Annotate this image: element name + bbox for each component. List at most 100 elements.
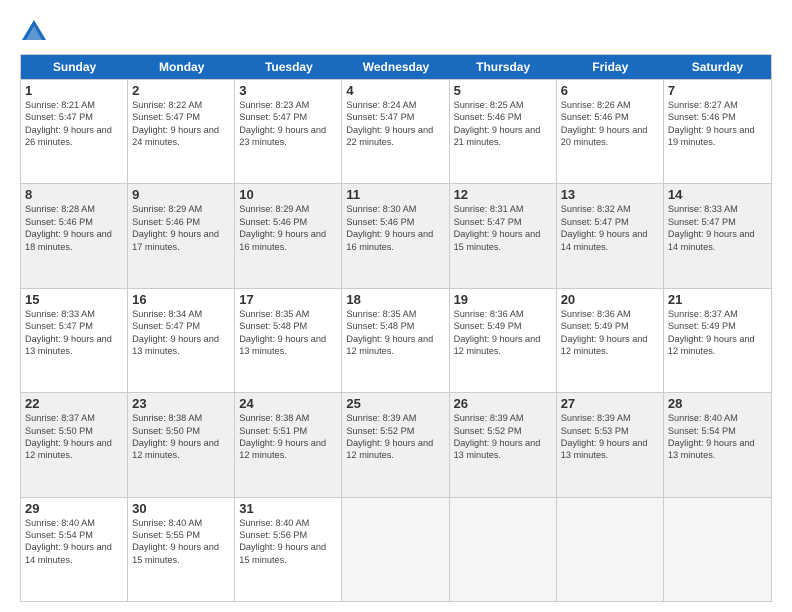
day-info: Sunrise: 8:29 AM Sunset: 5:46 PM Dayligh… [132,203,230,253]
day-cell-21: 21Sunrise: 8:37 AM Sunset: 5:49 PM Dayli… [664,289,771,392]
day-number: 22 [25,396,123,411]
day-number: 4 [346,83,444,98]
day-info: Sunrise: 8:36 AM Sunset: 5:49 PM Dayligh… [561,308,659,358]
day-info: Sunrise: 8:31 AM Sunset: 5:47 PM Dayligh… [454,203,552,253]
day-cell-8: 8Sunrise: 8:28 AM Sunset: 5:46 PM Daylig… [21,184,128,287]
day-number: 15 [25,292,123,307]
day-number: 28 [668,396,767,411]
day-number: 25 [346,396,444,411]
page: SundayMondayTuesdayWednesdayThursdayFrid… [0,0,792,612]
day-number: 21 [668,292,767,307]
day-info: Sunrise: 8:26 AM Sunset: 5:46 PM Dayligh… [561,99,659,149]
day-number: 14 [668,187,767,202]
day-info: Sunrise: 8:39 AM Sunset: 5:52 PM Dayligh… [454,412,552,462]
calendar: SundayMondayTuesdayWednesdayThursdayFrid… [20,54,772,602]
day-cell-6: 6Sunrise: 8:26 AM Sunset: 5:46 PM Daylig… [557,80,664,183]
day-number: 12 [454,187,552,202]
day-cell-27: 27Sunrise: 8:39 AM Sunset: 5:53 PM Dayli… [557,393,664,496]
day-cell-12: 12Sunrise: 8:31 AM Sunset: 5:47 PM Dayli… [450,184,557,287]
day-info: Sunrise: 8:38 AM Sunset: 5:51 PM Dayligh… [239,412,337,462]
empty-cell [450,498,557,601]
day-info: Sunrise: 8:38 AM Sunset: 5:50 PM Dayligh… [132,412,230,462]
day-info: Sunrise: 8:33 AM Sunset: 5:47 PM Dayligh… [668,203,767,253]
week-row-3: 15Sunrise: 8:33 AM Sunset: 5:47 PM Dayli… [21,288,771,392]
day-number: 1 [25,83,123,98]
day-number: 8 [25,187,123,202]
day-cell-16: 16Sunrise: 8:34 AM Sunset: 5:47 PM Dayli… [128,289,235,392]
day-info: Sunrise: 8:30 AM Sunset: 5:46 PM Dayligh… [346,203,444,253]
day-number: 19 [454,292,552,307]
day-info: Sunrise: 8:40 AM Sunset: 5:56 PM Dayligh… [239,517,337,567]
day-number: 11 [346,187,444,202]
day-cell-19: 19Sunrise: 8:36 AM Sunset: 5:49 PM Dayli… [450,289,557,392]
header-day-monday: Monday [128,55,235,79]
day-info: Sunrise: 8:25 AM Sunset: 5:46 PM Dayligh… [454,99,552,149]
day-info: Sunrise: 8:28 AM Sunset: 5:46 PM Dayligh… [25,203,123,253]
header-day-thursday: Thursday [450,55,557,79]
day-info: Sunrise: 8:37 AM Sunset: 5:49 PM Dayligh… [668,308,767,358]
day-number: 18 [346,292,444,307]
day-number: 30 [132,501,230,516]
day-info: Sunrise: 8:21 AM Sunset: 5:47 PM Dayligh… [25,99,123,149]
day-cell-23: 23Sunrise: 8:38 AM Sunset: 5:50 PM Dayli… [128,393,235,496]
day-number: 27 [561,396,659,411]
day-cell-15: 15Sunrise: 8:33 AM Sunset: 5:47 PM Dayli… [21,289,128,392]
header-row [20,18,772,46]
day-number: 6 [561,83,659,98]
empty-cell [342,498,449,601]
day-number: 29 [25,501,123,516]
day-number: 10 [239,187,337,202]
day-info: Sunrise: 8:29 AM Sunset: 5:46 PM Dayligh… [239,203,337,253]
calendar-header: SundayMondayTuesdayWednesdayThursdayFrid… [21,55,771,79]
day-number: 2 [132,83,230,98]
day-number: 3 [239,83,337,98]
day-cell-2: 2Sunrise: 8:22 AM Sunset: 5:47 PM Daylig… [128,80,235,183]
day-number: 31 [239,501,337,516]
day-info: Sunrise: 8:22 AM Sunset: 5:47 PM Dayligh… [132,99,230,149]
day-cell-7: 7Sunrise: 8:27 AM Sunset: 5:46 PM Daylig… [664,80,771,183]
day-cell-5: 5Sunrise: 8:25 AM Sunset: 5:46 PM Daylig… [450,80,557,183]
day-info: Sunrise: 8:27 AM Sunset: 5:46 PM Dayligh… [668,99,767,149]
day-number: 17 [239,292,337,307]
day-number: 26 [454,396,552,411]
day-info: Sunrise: 8:32 AM Sunset: 5:47 PM Dayligh… [561,203,659,253]
day-cell-13: 13Sunrise: 8:32 AM Sunset: 5:47 PM Dayli… [557,184,664,287]
day-number: 9 [132,187,230,202]
day-cell-1: 1Sunrise: 8:21 AM Sunset: 5:47 PM Daylig… [21,80,128,183]
day-number: 13 [561,187,659,202]
day-cell-28: 28Sunrise: 8:40 AM Sunset: 5:54 PM Dayli… [664,393,771,496]
day-cell-11: 11Sunrise: 8:30 AM Sunset: 5:46 PM Dayli… [342,184,449,287]
logo-icon [20,18,48,46]
day-info: Sunrise: 8:40 AM Sunset: 5:54 PM Dayligh… [25,517,123,567]
calendar-body: 1Sunrise: 8:21 AM Sunset: 5:47 PM Daylig… [21,79,771,601]
day-info: Sunrise: 8:39 AM Sunset: 5:53 PM Dayligh… [561,412,659,462]
empty-cell [557,498,664,601]
day-info: Sunrise: 8:24 AM Sunset: 5:47 PM Dayligh… [346,99,444,149]
day-cell-26: 26Sunrise: 8:39 AM Sunset: 5:52 PM Dayli… [450,393,557,496]
day-cell-14: 14Sunrise: 8:33 AM Sunset: 5:47 PM Dayli… [664,184,771,287]
day-cell-31: 31Sunrise: 8:40 AM Sunset: 5:56 PM Dayli… [235,498,342,601]
day-cell-9: 9Sunrise: 8:29 AM Sunset: 5:46 PM Daylig… [128,184,235,287]
day-info: Sunrise: 8:40 AM Sunset: 5:55 PM Dayligh… [132,517,230,567]
week-row-1: 1Sunrise: 8:21 AM Sunset: 5:47 PM Daylig… [21,79,771,183]
day-number: 5 [454,83,552,98]
day-cell-22: 22Sunrise: 8:37 AM Sunset: 5:50 PM Dayli… [21,393,128,496]
day-number: 16 [132,292,230,307]
logo [20,18,52,46]
day-cell-29: 29Sunrise: 8:40 AM Sunset: 5:54 PM Dayli… [21,498,128,601]
header-day-friday: Friday [557,55,664,79]
day-number: 24 [239,396,337,411]
day-info: Sunrise: 8:40 AM Sunset: 5:54 PM Dayligh… [668,412,767,462]
day-cell-18: 18Sunrise: 8:35 AM Sunset: 5:48 PM Dayli… [342,289,449,392]
day-info: Sunrise: 8:33 AM Sunset: 5:47 PM Dayligh… [25,308,123,358]
day-number: 7 [668,83,767,98]
day-info: Sunrise: 8:37 AM Sunset: 5:50 PM Dayligh… [25,412,123,462]
header-day-saturday: Saturday [664,55,771,79]
day-cell-17: 17Sunrise: 8:35 AM Sunset: 5:48 PM Dayli… [235,289,342,392]
week-row-5: 29Sunrise: 8:40 AM Sunset: 5:54 PM Dayli… [21,497,771,601]
day-info: Sunrise: 8:34 AM Sunset: 5:47 PM Dayligh… [132,308,230,358]
header-day-sunday: Sunday [21,55,128,79]
day-number: 23 [132,396,230,411]
day-cell-10: 10Sunrise: 8:29 AM Sunset: 5:46 PM Dayli… [235,184,342,287]
day-info: Sunrise: 8:39 AM Sunset: 5:52 PM Dayligh… [346,412,444,462]
